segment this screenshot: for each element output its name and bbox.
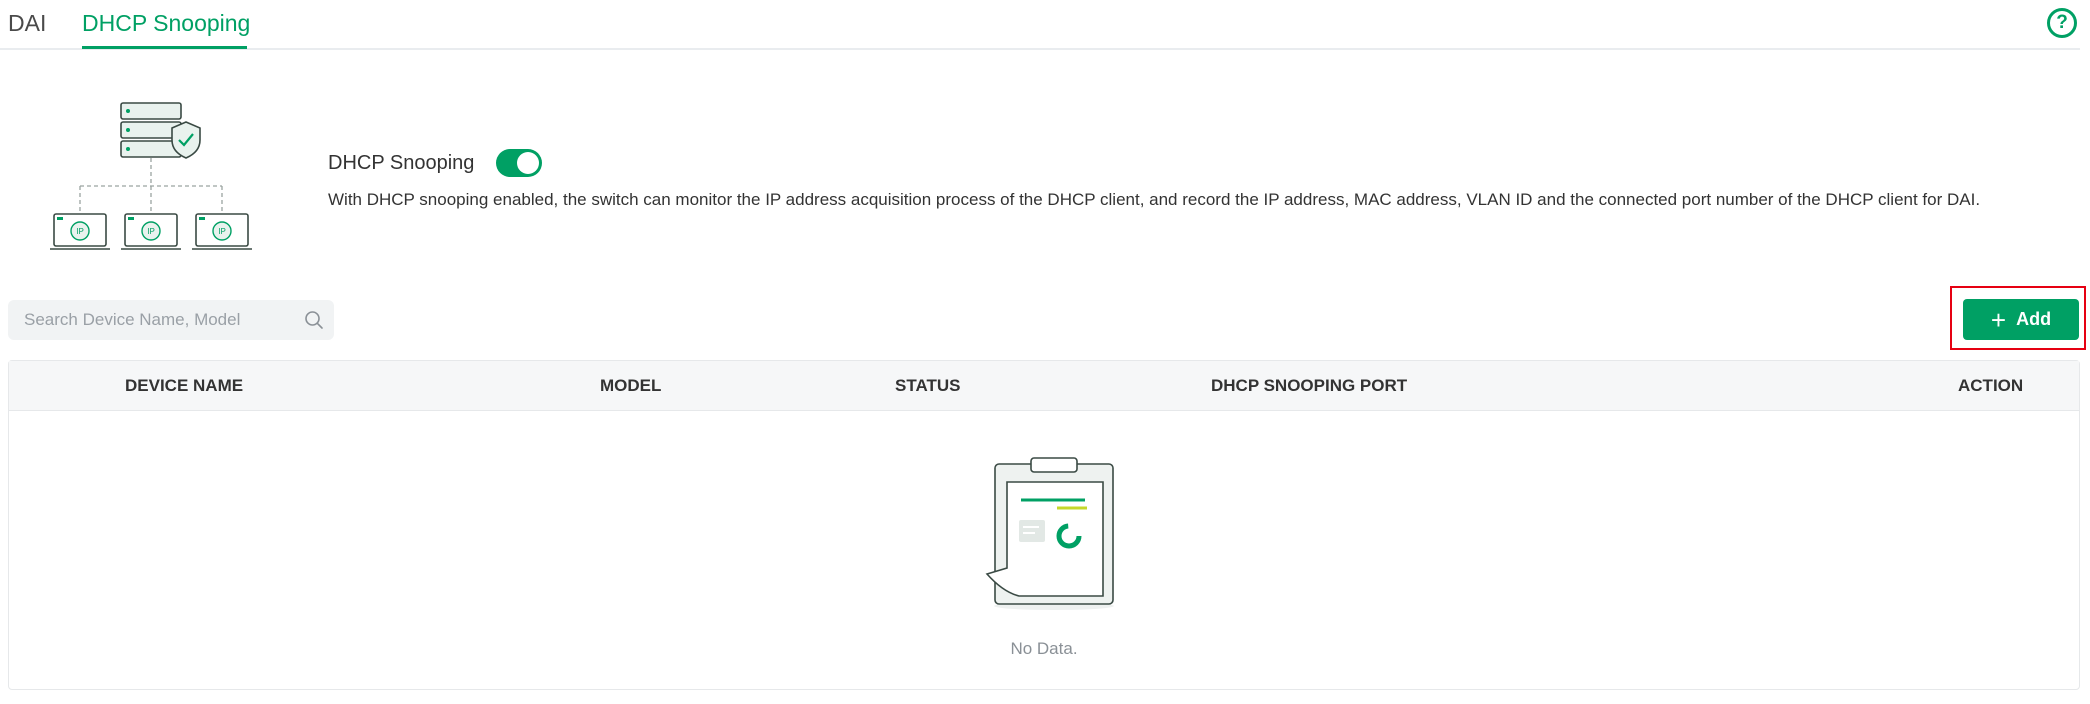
add-button-label: Add <box>2016 309 2052 329</box>
tab-dhcp-snooping[interactable]: DHCP Snooping <box>82 8 250 38</box>
empty-clipboard-icon <box>985 457 1114 610</box>
client-ip-label: IP <box>218 227 226 236</box>
table-header: DEVICE NAME MODEL STATUS DHCP SNOOPING P… <box>9 361 2079 411</box>
tab-dai[interactable]: DAI <box>8 8 46 38</box>
column-status[interactable]: STATUS <box>895 375 960 397</box>
column-device-name[interactable]: DEVICE NAME <box>125 375 243 397</box>
feature-title: DHCP Snooping <box>328 152 475 174</box>
search-box <box>8 300 334 340</box>
column-dhcp-snooping-port[interactable]: DHCP SNOOPING PORT <box>1211 375 1407 397</box>
plus-icon: + <box>1990 304 2007 335</box>
device-table: DEVICE NAME MODEL STATUS DHCP SNOOPING P… <box>8 360 2080 690</box>
column-model[interactable]: MODEL <box>600 375 661 397</box>
add-button[interactable]: + Add <box>1963 299 2079 340</box>
search-icon[interactable] <box>304 310 324 330</box>
column-action: ACTION <box>1958 376 2024 395</box>
active-tab-indicator <box>82 46 247 49</box>
search-input[interactable] <box>8 300 298 340</box>
client-ip-label: IP <box>147 227 155 236</box>
toggle-knob <box>517 152 539 174</box>
dhcp-snooping-toggle[interactable] <box>496 149 542 177</box>
client-ip-label: IP <box>76 227 84 236</box>
empty-state-text: No Data. <box>1010 639 1078 658</box>
feature-description: With DHCP snooping enabled, the switch c… <box>328 190 1981 209</box>
help-circle-icon[interactable]: ? <box>2047 8 2077 38</box>
dhcp-snooping-network-illustration: IP IP IP <box>50 102 252 250</box>
tab-bar: DAI DHCP Snooping ? <box>0 0 2080 50</box>
